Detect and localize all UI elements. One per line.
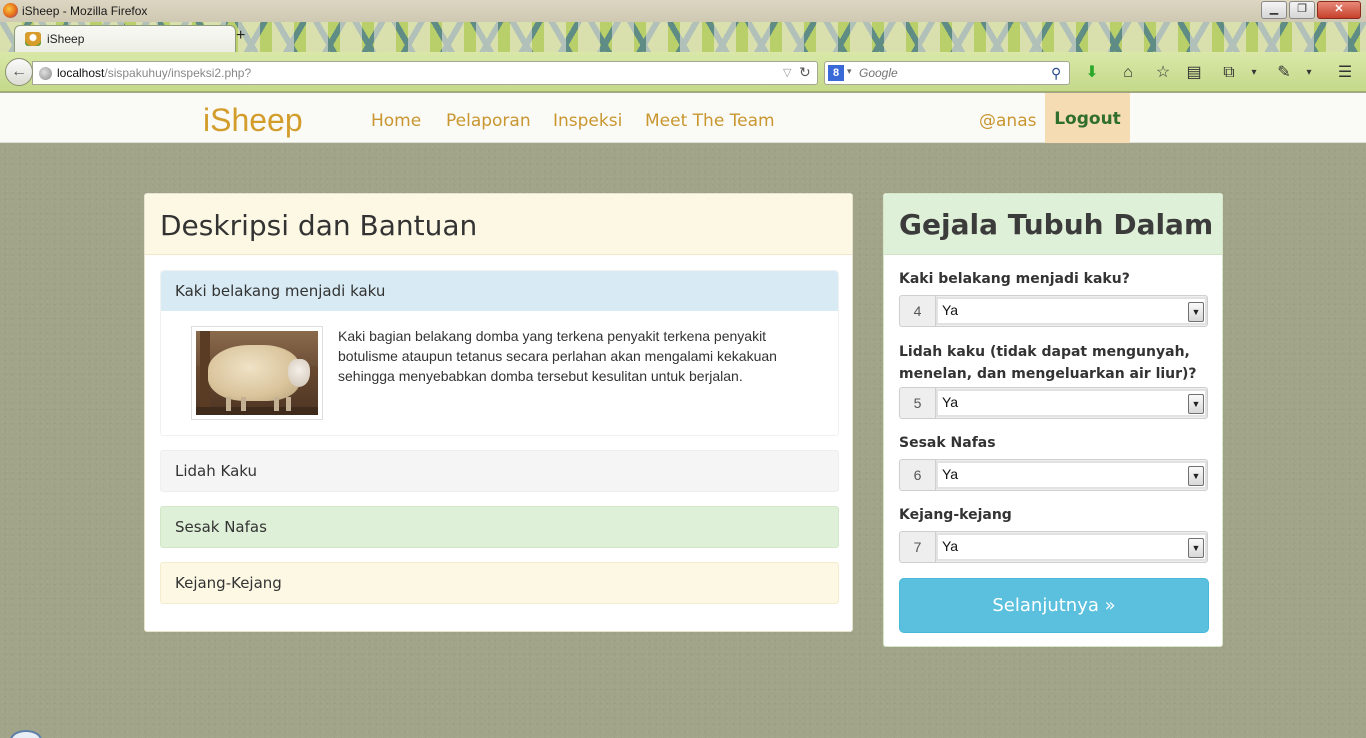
nav-team-link[interactable]: Meet The Team bbox=[645, 111, 775, 131]
home-icon[interactable]: ⌂ bbox=[1117, 63, 1139, 83]
help-panel-title: Deskripsi dan Bantuan bbox=[160, 209, 478, 242]
engine-dropdown-icon[interactable]: ▾ bbox=[847, 66, 852, 77]
search-input[interactable] bbox=[859, 65, 1039, 81]
sheep-illustration bbox=[196, 331, 318, 415]
question-number: 5 bbox=[900, 388, 936, 418]
url-text: localhost/sispakuhuy/inspeksi2.php? bbox=[57, 66, 251, 80]
download-icon[interactable]: ⬇ bbox=[1081, 63, 1103, 83]
chevron-down-icon[interactable]: ▼ bbox=[1188, 394, 1204, 414]
question-label: Kaki belakang menjadi kaku? bbox=[899, 271, 1130, 287]
answer-select-value: Ya bbox=[942, 302, 959, 318]
nav-inspeksi-link[interactable]: Inspeksi bbox=[553, 111, 622, 131]
eyedropper-icon[interactable]: ✎ bbox=[1273, 63, 1295, 83]
accordion-header[interactable]: Kaki belakang menjadi kaku bbox=[161, 271, 838, 311]
url-bar[interactable]: localhost/sispakuhuy/inspeksi2.php? ▽ ↻ bbox=[32, 61, 818, 85]
question-label: Sesak Nafas bbox=[899, 435, 996, 451]
search-bar[interactable]: 8 ▾ ⚲ bbox=[824, 61, 1070, 85]
sheep-head bbox=[288, 359, 310, 387]
menu-icon[interactable]: ☰ bbox=[1334, 63, 1356, 83]
answer-select-value: Ya bbox=[942, 394, 959, 410]
answer-select-value: Ya bbox=[942, 466, 959, 482]
accordion-body: Kaki bagian belakang domba yang terkena … bbox=[161, 311, 838, 435]
nav-user-link[interactable]: @anas bbox=[979, 111, 1036, 131]
back-arrow-icon: ← bbox=[11, 63, 27, 80]
question-label: Lidah kaku (tidak dapat mengunyah, menel… bbox=[899, 344, 1197, 382]
firefox-logo-icon bbox=[3, 3, 18, 18]
url-path: /sispakuhuy/inspeksi2.php? bbox=[104, 66, 252, 80]
window-title: iSheep - Mozilla Firefox bbox=[22, 4, 148, 18]
logout-button[interactable]: Logout bbox=[1045, 93, 1130, 143]
floor bbox=[196, 407, 318, 415]
next-button[interactable]: Selanjutnya » bbox=[899, 578, 1209, 633]
browser-tab-isheep[interactable]: iSheep bbox=[14, 25, 236, 52]
sheep-photo bbox=[191, 326, 323, 420]
chevron-down-icon[interactable]: ▼ bbox=[1188, 302, 1204, 322]
minimize-button[interactable]: ▁ bbox=[1261, 1, 1287, 19]
nav-pelaporan-link[interactable]: Pelaporan bbox=[446, 111, 531, 131]
answer-select[interactable]: Ya ▼ bbox=[936, 461, 1207, 489]
screenshot-icon[interactable]: ⧉ bbox=[1218, 63, 1240, 83]
question-select-group: 7 Ya ▼ bbox=[899, 531, 1208, 563]
accordion-item-kaki: Kaki belakang menjadi kaku Kaki bagian b… bbox=[160, 270, 839, 436]
back-button[interactable]: ← bbox=[5, 58, 33, 86]
eyedropper-dropdown-icon[interactable]: ▾ bbox=[1298, 63, 1320, 83]
window-titlebar: iSheep - Mozilla Firefox ▁ ❐ ✕ bbox=[0, 0, 1366, 22]
sheep-leg bbox=[226, 397, 231, 411]
new-tab-button[interactable]: + bbox=[236, 27, 250, 45]
sheep-body bbox=[208, 345, 300, 401]
question-label: Kejang-kejang bbox=[899, 507, 1012, 523]
accordion-item-lidah[interactable]: Lidah Kaku bbox=[160, 450, 839, 492]
question-number: 6 bbox=[900, 460, 936, 490]
url-host: localhost bbox=[57, 66, 105, 80]
sheep-leg bbox=[274, 397, 279, 411]
tab-strip: iSheep + bbox=[0, 22, 1366, 52]
accordion-description: Kaki bagian belakang domba yang terkena … bbox=[338, 328, 777, 384]
form-panel-header: Gejala Tubuh Dalam bbox=[884, 194, 1222, 255]
bookmark-star-icon[interactable]: ☆ bbox=[1152, 63, 1174, 83]
question-number: 7 bbox=[900, 532, 936, 562]
question-select-group: 5 Ya ▼ bbox=[899, 387, 1208, 419]
question-select-group: 4 Ya ▼ bbox=[899, 295, 1208, 327]
url-dropdown-icon[interactable]: ▽ bbox=[783, 66, 791, 79]
google-search-engine-icon[interactable]: 8 bbox=[828, 65, 844, 81]
search-icon[interactable]: ⚲ bbox=[1051, 65, 1061, 82]
symptom-form-panel: Gejala Tubuh Dalam Kaki belakang menjadi… bbox=[883, 193, 1223, 647]
help-panel-header: Deskripsi dan Bantuan bbox=[145, 194, 852, 255]
answer-select[interactable]: Ya ▼ bbox=[936, 533, 1207, 561]
form-panel-title: Gejala Tubuh Dalam bbox=[899, 208, 1214, 241]
reload-icon[interactable]: ↻ bbox=[799, 64, 811, 81]
navigation-toolbar: localhost/sispakuhuy/inspeksi2.php? ▽ ↻ … bbox=[0, 52, 1366, 92]
accordion-item-sesak[interactable]: Sesak Nafas bbox=[160, 506, 839, 548]
accordion-header[interactable]: Sesak Nafas bbox=[161, 507, 838, 547]
globe-icon bbox=[39, 67, 52, 80]
sheep-leg bbox=[241, 397, 246, 411]
question-number: 4 bbox=[900, 296, 936, 326]
accordion-header[interactable]: Kejang-Kejang bbox=[161, 563, 838, 603]
question-select-group: 6 Ya ▼ bbox=[899, 459, 1208, 491]
answer-select[interactable]: Ya ▼ bbox=[936, 297, 1207, 325]
sheep-favicon-icon bbox=[25, 32, 41, 46]
screenshot-dropdown-icon[interactable]: ▾ bbox=[1243, 63, 1265, 83]
nav-home-link[interactable]: Home bbox=[371, 111, 421, 131]
accordion-header[interactable]: Lidah Kaku bbox=[161, 451, 838, 491]
answer-select[interactable]: Ya ▼ bbox=[936, 389, 1207, 417]
sheep-leg bbox=[286, 397, 291, 411]
close-window-button[interactable]: ✕ bbox=[1317, 1, 1361, 19]
reader-icon[interactable]: ▤ bbox=[1183, 63, 1205, 83]
answer-select-value: Ya bbox=[942, 538, 959, 554]
tab-title: iSheep bbox=[47, 32, 85, 46]
chevron-down-icon[interactable]: ▼ bbox=[1188, 466, 1204, 486]
help-panel: Deskripsi dan Bantuan Kaki belakang menj… bbox=[144, 193, 853, 632]
accordion-item-kejang[interactable]: Kejang-Kejang bbox=[160, 562, 839, 604]
chevron-down-icon[interactable]: ▼ bbox=[1188, 538, 1204, 558]
maximize-button[interactable]: ❐ bbox=[1289, 1, 1315, 19]
site-navbar: iSheep Home Pelaporan Inspeksi Meet The … bbox=[0, 93, 1366, 143]
site-brand[interactable]: iSheep bbox=[203, 102, 303, 139]
